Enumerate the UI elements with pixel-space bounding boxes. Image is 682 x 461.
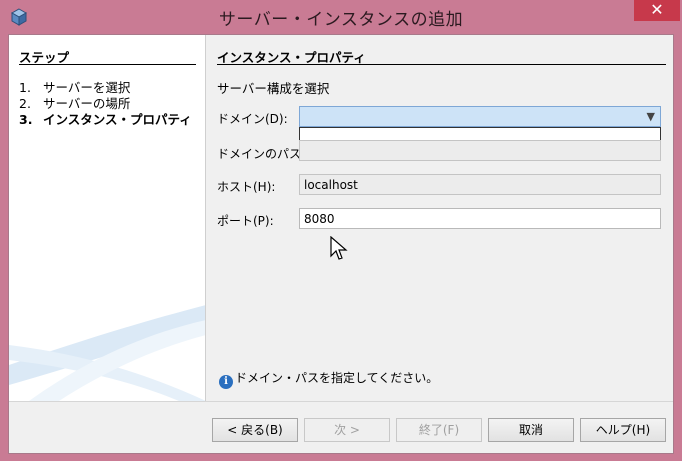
domain-select[interactable]: ▼ (299, 106, 661, 127)
steps-panel: ステップ 1. サーバーを選択 2. サーバーの場所 3. インスタンス・プロパティ (9, 35, 206, 401)
back-button[interactable]: < 戻る(B) (212, 418, 298, 442)
button-bar-divider (9, 401, 673, 402)
mouse-pointer-icon (330, 236, 348, 260)
host-label: ホスト(H): (217, 180, 276, 194)
panel-subtitle: サーバー構成を選択 (217, 81, 330, 96)
host-field[interactable]: localhost (299, 174, 661, 195)
cancel-button[interactable]: 取消 (488, 418, 574, 442)
window-title: サーバー・インスタンスの追加 (218, 10, 464, 30)
domain-path-label: ドメインのパス: (217, 147, 306, 161)
next-button[interactable]: 次 > (304, 418, 390, 442)
decorative-swoosh (9, 305, 205, 401)
panel-divider (217, 64, 666, 65)
step-number: 3. (19, 112, 33, 127)
info-text: ドメイン・パスを指定してください。 (235, 371, 439, 385)
info-message: i ドメイン・パスを指定してください。 (219, 369, 438, 389)
port-field[interactable]: 8080 (299, 208, 661, 229)
finish-button[interactable]: 終了(F) (396, 418, 482, 442)
chevron-down-icon[interactable]: ▼ (647, 110, 655, 123)
help-button[interactable]: ヘルプ(H) (580, 418, 666, 442)
dialog-body: ステップ 1. サーバーを選択 2. サーバーの場所 3. インスタンス・プロパティ … (8, 34, 674, 454)
step-item-3: 3. インスタンス・プロパティ (19, 109, 192, 128)
steps-divider (19, 64, 196, 65)
info-icon: i (219, 375, 233, 389)
close-button[interactable]: ✕ (634, 0, 680, 21)
domain-path-field[interactable] (299, 140, 661, 161)
domain-label: ドメイン(D): (217, 112, 288, 126)
step-label: インスタンス・プロパティ (43, 112, 192, 127)
title-bar: サーバー・インスタンスの追加 ✕ (0, 0, 682, 34)
port-label: ポート(P): (217, 214, 274, 228)
